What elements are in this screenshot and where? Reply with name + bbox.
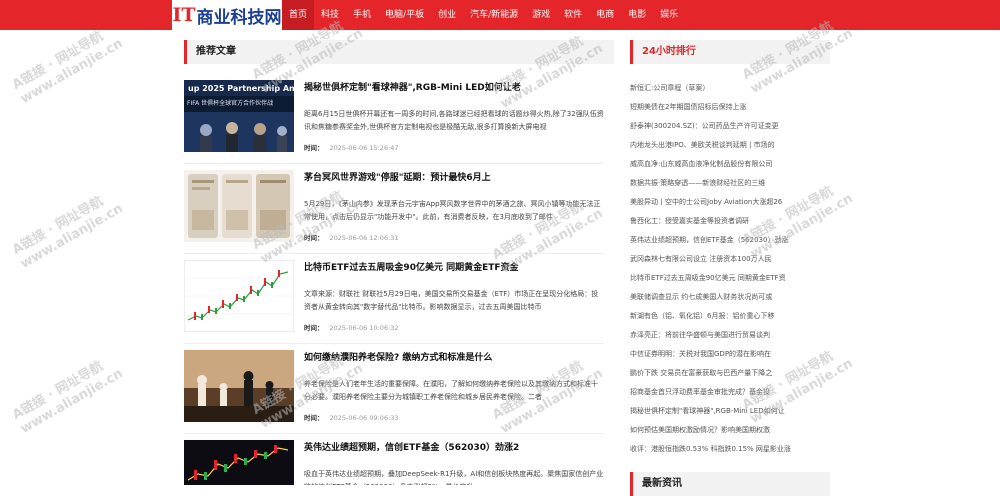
article-meta: 时间： 2025-06-06 10:06:32 (304, 322, 399, 332)
nav-item-startup[interactable]: 创业 (431, 0, 463, 30)
nav-item-home[interactable]: 首页 (282, 0, 315, 30)
ranking-item[interactable]: 比特币ETF过去五周吸金90亿美元 同期黄金ETF资 (630, 269, 830, 288)
ranking-item[interactable]: 美联储调查显示 约七成美国人财务状况尚可或 (630, 288, 830, 307)
time-label: 时间： (304, 414, 324, 422)
article-summary: 距离6月15日世俱杯开幕还有一周多的时间,各路球迷已经把看球的话题炒得火热,除了… (304, 110, 604, 131)
watermark-line1: A链接 · 网址导航 (10, 193, 106, 258)
logo-text: 商业科技网 (196, 7, 282, 28)
article-thumbnail[interactable] (184, 260, 294, 332)
main-nav: 首页 科技 手机 电脑/平板 创业 汽车/新能源 游戏 软件 电商 电影 娱乐 (282, 0, 685, 30)
article-title[interactable]: 比特币ETF过去五周吸金90亿美元 同期黄金ETF资金 (304, 260, 604, 273)
logo-prefix: IT (172, 4, 196, 26)
article-title[interactable]: 如何缴纳濮阳养老保险? 缴纳方式和标准是什么 (304, 350, 604, 363)
nav-item-pc-tablet[interactable]: 电脑/平板 (378, 0, 431, 30)
ranking-item[interactable]: 鹏价下跌 交易员在富豪获取与巴西产量下降之 (630, 364, 830, 383)
nav-item-phone[interactable]: 手机 (346, 0, 378, 30)
article-meta: 时间： 2025-06-06 15:26:47 (304, 142, 399, 152)
article-title[interactable]: 茅台冥风世界游戏"停服"延期：预计最快6月上 (304, 170, 604, 183)
ranking-item[interactable]: 收评：港股恒指跌0.53% 科指跌0.15% 网星影业涨 (630, 440, 830, 459)
ranking-item[interactable]: 英伟达业绩超预期，信创ETF基金（562030）劲涨 (630, 231, 830, 250)
time-label: 时间： (304, 324, 324, 332)
divider (184, 253, 604, 254)
watermark-line2: www.alianjie.cn (18, 201, 126, 272)
ranking-item[interactable]: 招商基金首只浮动费率基金审批完成？基金投 (630, 383, 830, 402)
ranking-item[interactable]: 数据共振·策略穿透——新浪财经社区的三维 (630, 174, 830, 193)
ranking-list: 新恒汇:公司章程（草案） 短期美债在2年期国债招标后保持上涨 舒泰神(30020… (630, 79, 830, 459)
watermark-line1: A链接 · 网址导航 (10, 28, 106, 93)
ranking-item[interactable]: 短期美债在2年期国债招标后保持上涨 (630, 98, 830, 117)
article-item[interactable]: up 2025 Partnership An FIFA 世俱杯全球官方合作伙伴战… (184, 80, 604, 162)
divider (184, 343, 604, 344)
ranking-heading: 24小时排行 (630, 40, 830, 64)
nav-item-games[interactable]: 游戏 (525, 0, 557, 30)
article-summary: 文章来源：财联社 财联社5月29日电，美国交易所交易基金（ETF）市场正在呈现分… (304, 290, 599, 311)
article-thumbnail[interactable] (184, 440, 294, 485)
ranking-item[interactable]: 新恒汇:公司章程（草案） (630, 79, 830, 98)
ranking-heading-text: 24小时排行 (642, 46, 696, 57)
ranking-item[interactable]: 威高血净:山东威高血液净化制品股份有限公司 (630, 155, 830, 174)
article-thumbnail[interactable]: up 2025 Partnership An FIFA 世俱杯全球官方合作伙伴战 (184, 80, 294, 152)
article-item[interactable]: 比特币ETF过去五周吸金90亿美元 同期黄金ETF资金 文章来源：财联社 财联社… (184, 260, 604, 342)
article-item[interactable]: 茅台冥风世界游戏"停服"延期：预计最快6月上 5月29日，《茅山内参》发现茅台元… (184, 170, 604, 252)
article-time: 2025-06-06 10:06:32 (329, 324, 399, 332)
watermark: A链接 · 网址导航 www.alianjie.cn (10, 187, 126, 272)
article-summary: 养老保险是人们老年生活的重要保障。在濮阳，了解如何缴纳养老保险以及其缴纳方式和标… (304, 380, 598, 401)
article-summary: 5月29日，《茅山内参》发现茅台元宇宙App冥风数字世界中的茅酒之旅、冥风小镇等… (304, 200, 601, 221)
time-label: 时间： (304, 144, 324, 152)
article-title[interactable]: 揭秘世俱杯定制"看球神器",RGB-Mini LED如何让老 (304, 80, 604, 93)
thumb-top-text: up 2025 Partnership An (188, 84, 294, 93)
ranking-item[interactable]: 武冈森林七有限公司设立 注册资本100万人民 (630, 250, 830, 269)
watermark-line2: www.alianjie.cn (18, 36, 126, 107)
thumb-caption: FIFA 世俱杯全球官方合作伙伴战 (187, 99, 273, 107)
watermark-line1: A链接 · 网址导航 (10, 358, 106, 423)
price-chart-image (184, 260, 294, 332)
nav-item-tech[interactable]: 科技 (314, 0, 346, 30)
ranking-item[interactable]: 新湖有色（铝、氧化铝）6月报：铝价重心下移 (630, 307, 830, 326)
nav-item-movies[interactable]: 电影 (621, 0, 653, 30)
nav-item-ecommerce[interactable]: 电商 (589, 0, 621, 30)
nav-item-auto[interactable]: 汽车/新能源 (463, 0, 525, 30)
nav-item-software[interactable]: 软件 (557, 0, 589, 30)
ranking-item[interactable]: 鲁西化工：授受嘉实基金等投资者调研 (630, 212, 830, 231)
article-meta: 时间： 2025-06-06 12:06:31 (304, 232, 399, 242)
article-time: 2025-06-06 09:06:33 (329, 414, 399, 422)
divider (184, 163, 604, 164)
stage-photo-image: up 2025 Partnership An FIFA 世俱杯全球官方合作伙伴战 (184, 80, 294, 152)
latest-heading: 最新资讯 (630, 472, 830, 496)
app-screenshot-image (184, 170, 294, 242)
nav-item-entertainment[interactable]: 娱乐 (653, 0, 685, 30)
recommended-heading-text: 推荐文章 (196, 46, 236, 57)
site-logo[interactable]: IT 商业科技网 (172, 0, 282, 30)
ranking-item[interactable]: 美股异动丨空中的士公司Joby Aviation大涨超26 (630, 193, 830, 212)
stock-chart-image (184, 440, 294, 485)
article-summary: 吸血于英伟达业绩超预期，叠加DeepSeek-R1升级，AI和信创板块热度再起。… (304, 470, 604, 485)
article-title[interactable]: 英伟达业绩超预期，信创ETF基金（562030）劲涨2 (304, 440, 604, 453)
article-item[interactable]: 如何缴纳濮阳养老保险? 缴纳方式和标准是什么 养老保险是人们老年生活的重要保障。… (184, 350, 604, 432)
ranking-item[interactable]: 舒泰神(300204.SZ)：公司药品生产许可证变更 (630, 117, 830, 136)
recommended-heading: 推荐文章 (184, 40, 614, 64)
ranking-item[interactable]: 揭秘世俱杯定制"看球神器",RGB-Mini LED如何让 (630, 402, 830, 421)
divider (184, 433, 604, 434)
article-time: 2025-06-06 15:26:47 (329, 144, 399, 152)
article-time: 2025-06-06 12:06:31 (329, 234, 399, 242)
watermark: A链接 · 网址导航 www.alianjie.cn (10, 22, 126, 107)
watermark-line2: www.alianjie.cn (18, 366, 126, 437)
article-meta: 时间： 2025-06-06 09:06:33 (304, 412, 399, 422)
watermark: A链接 · 网址导航 www.alianjie.cn (10, 352, 126, 437)
ranking-item[interactable]: 中信证券明明：关税对我国GDP的潜在影响在 (630, 345, 830, 364)
article-item[interactable]: 英伟达业绩超预期，信创ETF基金（562030）劲涨2 吸血于英伟达业绩超预期，… (184, 440, 604, 485)
ranking-item[interactable]: 内地龙头出港IPO、美欧关税谈判延期 | 市场的 (630, 136, 830, 155)
article-thumbnail[interactable] (184, 350, 294, 422)
latest-heading-text: 最新资讯 (642, 478, 682, 489)
article-thumbnail[interactable] (184, 170, 294, 242)
chess-photo-image (184, 350, 294, 422)
ranking-item[interactable]: 赤泽亮正：将前往华盛顿与美国进行贸易谈判 (630, 326, 830, 345)
ranking-item[interactable]: 如何预估美国期权激励情况？影响美国期权激 (630, 421, 830, 440)
time-label: 时间： (304, 234, 324, 242)
